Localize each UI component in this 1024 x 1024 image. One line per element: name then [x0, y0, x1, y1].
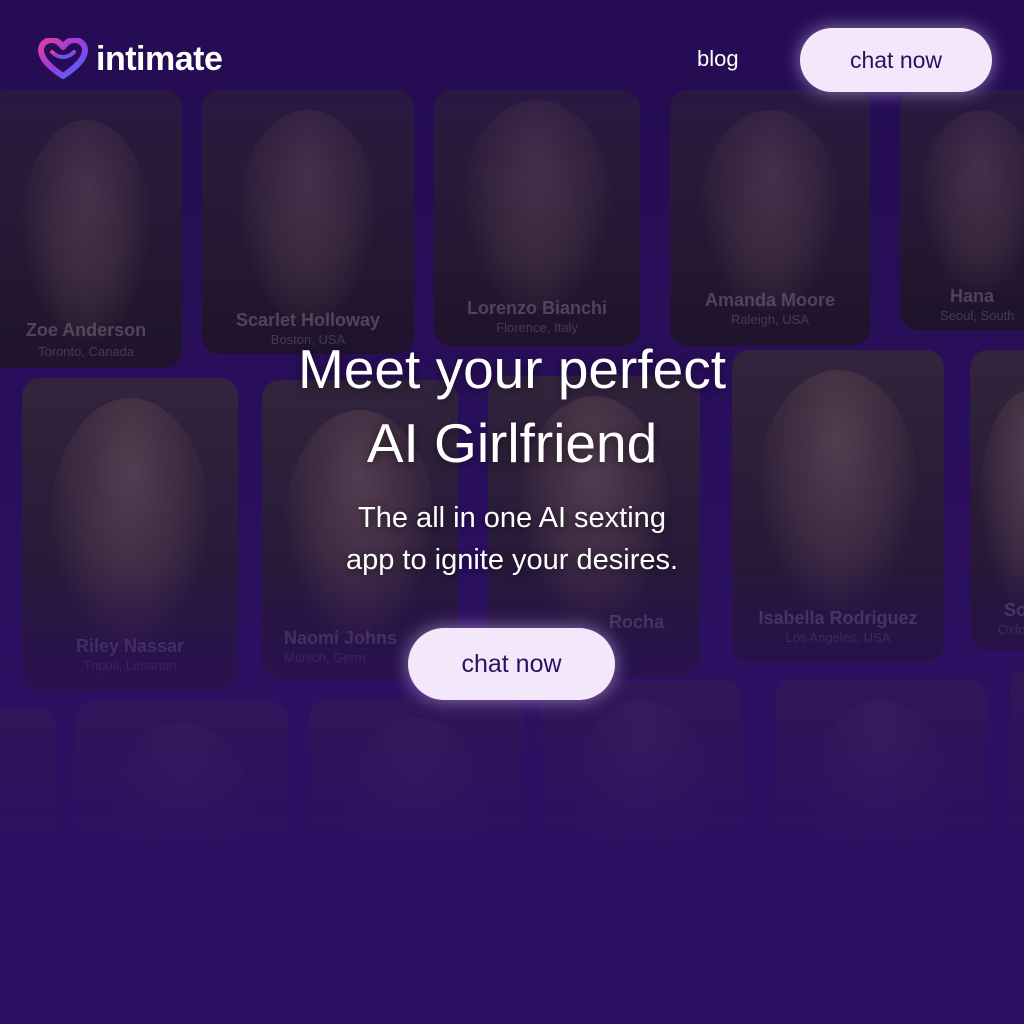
top-nav: intimate blog chat now: [0, 0, 1024, 120]
profile-photo: [462, 100, 612, 310]
profile-location: Raleigh, USA: [730, 312, 810, 327]
hero-subtitle-line2: app to ignite your desires.: [345, 544, 679, 576]
profile-card[interactable]: [76, 702, 288, 840]
chat-now-nav-button[interactable]: chat now: [800, 28, 992, 92]
profile-name: So: [1004, 600, 1024, 620]
brand-logo[interactable]: intimate: [38, 38, 223, 80]
hero-subtitle-line1: The all in one AI sexting: [358, 502, 666, 534]
profile-card[interactable]: [310, 698, 522, 840]
profile-photo: [920, 110, 1024, 290]
blog-link[interactable]: blog: [697, 46, 739, 72]
profile-photo: [112, 722, 252, 840]
profile-photo: [700, 110, 840, 310]
profile-name: Isabella Rodriguez: [758, 608, 918, 628]
profile-card[interactable]: Hana Seoul, South: [900, 90, 1024, 330]
hero-title-line2: AI Girlfriend: [366, 412, 658, 474]
profile-card[interactable]: [1010, 670, 1024, 840]
heart-icon: [38, 38, 88, 79]
profile-photo: [811, 700, 951, 840]
profile-card[interactable]: Lorenzo Bianchi Florence, Italy: [434, 90, 640, 346]
hero-subtitle: The all in one AI sexting app to ignite …: [0, 497, 1024, 581]
profile-photo: [238, 110, 378, 320]
profile-card[interactable]: [0, 708, 56, 840]
profile-name: Amanda Moore: [704, 290, 836, 310]
hero-title-line1: Meet your perfect: [298, 338, 726, 400]
profile-name: Scarlet Holloway: [235, 310, 381, 330]
profile-location: Seoul, South: [940, 308, 1015, 323]
profile-location: Los Angeles, USA: [785, 630, 891, 645]
brand-name: intimate: [96, 39, 223, 78]
profile-location: Tripoli, Lebanon: [83, 658, 177, 673]
profile-card[interactable]: Amanda Moore Raleigh, USA: [670, 90, 870, 346]
hero-title: Meet your perfect AI Girlfriend: [0, 332, 1024, 480]
profile-card[interactable]: Scarlet Holloway Boston, USA: [202, 90, 414, 354]
profile-location: Oxford: [998, 622, 1024, 637]
profile-photo: [572, 700, 712, 840]
profile-card[interactable]: [542, 680, 742, 840]
chat-now-hero-button[interactable]: chat now: [408, 628, 615, 700]
profile-name: Riley Nassar: [75, 636, 185, 656]
profile-name: Lorenzo Bianchi: [466, 298, 607, 318]
profile-photo: [346, 718, 486, 840]
profile-photo: [21, 120, 151, 340]
profile-card[interactable]: Zoe Anderson Toronto, Canada: [0, 90, 182, 368]
profile-card[interactable]: [776, 680, 986, 840]
profile-name: Hana: [950, 286, 995, 306]
